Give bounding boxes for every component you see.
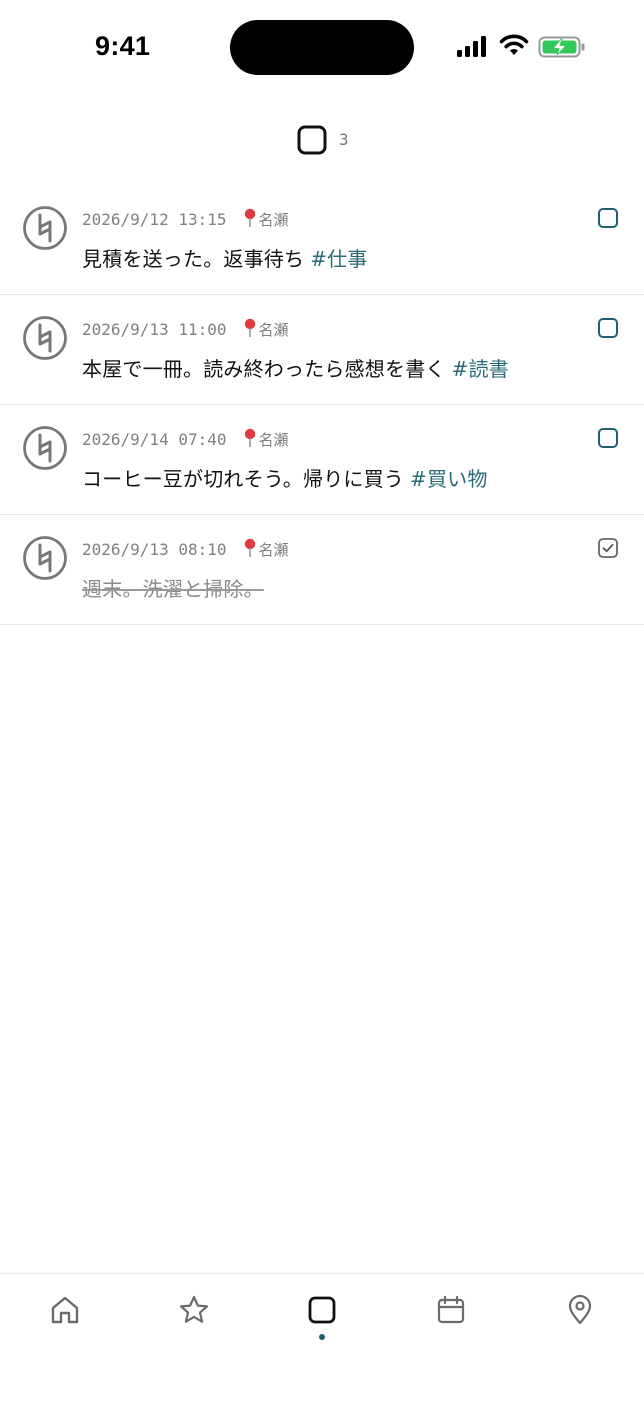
- item-tag[interactable]: #読書: [452, 357, 509, 381]
- item-date: 2026/9/12 13:15: [82, 209, 227, 229]
- item-meta: 2026/9/13 11:00 名瀬: [82, 318, 289, 340]
- calendar-icon: [437, 1295, 465, 1324]
- pin-icon: [243, 208, 257, 228]
- status-bar: 9:41: [0, 0, 644, 96]
- star-icon: [179, 1295, 209, 1323]
- avatar-icon: [22, 315, 68, 365]
- item-meta: 2026/9/12 13:15 名瀬: [82, 208, 289, 230]
- checkbox-square-icon: [296, 124, 328, 160]
- item-text: 見積を送った。返事待ち #仕事: [82, 243, 368, 272]
- item-date: 2026/9/13 08:10: [82, 539, 227, 559]
- item-body: コーヒー豆が切れそう。帰りに買う: [82, 467, 404, 491]
- item-date: 2026/9/14 07:40: [82, 429, 227, 449]
- item-place: 名瀬: [258, 210, 289, 229]
- tab-todo[interactable]: [304, 1292, 340, 1328]
- pin-icon: [243, 318, 257, 338]
- avatar-icon: [22, 425, 68, 475]
- list-item[interactable]: 2026/9/14 07:40 名瀬 コーヒー豆が切れそう。帰りに買う #買い物: [0, 405, 644, 515]
- item-text: 本屋で一冊。読み終わったら感想を書く #読書: [82, 353, 509, 382]
- active-tab-indicator: [319, 1334, 325, 1340]
- wifi-icon: [499, 34, 529, 55]
- list-item-completed[interactable]: 2026/9/13 08:10 名瀬 週末。洗濯と掃除。: [0, 515, 644, 625]
- dynamic-island: [230, 20, 414, 75]
- pin-icon: [243, 538, 257, 558]
- checkbox-checked[interactable]: [597, 537, 619, 563]
- tab-home[interactable]: [47, 1292, 83, 1328]
- item-body: 週末。洗濯と掃除。: [82, 577, 264, 601]
- avatar-icon: [22, 205, 68, 255]
- home-icon: [51, 1296, 79, 1324]
- location-icon: [568, 1294, 592, 1325]
- item-body: 本屋で一冊。読み終わったら感想を書く: [82, 357, 446, 381]
- item-place: 名瀬: [258, 540, 289, 559]
- item-place: 名瀬: [258, 320, 289, 339]
- item-body: 見積を送った。返事待ち: [82, 247, 305, 271]
- item-meta: 2026/9/13 08:10 名瀬: [82, 538, 289, 560]
- cellular-signal-icon: [457, 36, 486, 57]
- tab-calendar[interactable]: [433, 1292, 469, 1328]
- list-item[interactable]: 2026/9/13 11:00 名瀬 本屋で一冊。読み終わったら感想を書く #読書: [0, 295, 644, 405]
- item-place: 名瀬: [258, 430, 289, 449]
- item-date: 2026/9/13 11:00: [82, 319, 227, 339]
- checkbox-unchecked[interactable]: [597, 317, 619, 343]
- item-text: 週末。洗濯と掃除。: [82, 573, 264, 602]
- checkbox-unchecked[interactable]: [597, 427, 619, 453]
- item-text: コーヒー豆が切れそう。帰りに買う #買い物: [82, 463, 488, 492]
- status-time: 9:41: [95, 31, 151, 61]
- tab-favorites[interactable]: [176, 1292, 212, 1328]
- pin-icon: [243, 428, 257, 448]
- todo-icon: [308, 1296, 336, 1324]
- item-tag[interactable]: #買い物: [410, 467, 488, 491]
- todo-header: 3: [0, 118, 644, 162]
- checkbox-unchecked[interactable]: [597, 207, 619, 233]
- tab-bar: [0, 1273, 644, 1401]
- item-tag[interactable]: #仕事: [310, 247, 367, 271]
- list-item[interactable]: 2026/9/12 13:15 名瀬 見積を送った。返事待ち #仕事: [0, 185, 644, 295]
- item-meta: 2026/9/14 07:40 名瀬: [82, 428, 289, 450]
- tab-location[interactable]: [562, 1292, 598, 1328]
- todo-list: 2026/9/12 13:15 名瀬 見積を送った。返事待ち #仕事 2026/9…: [0, 185, 644, 625]
- battery-charging-icon: [538, 36, 585, 58]
- avatar-icon: [22, 535, 68, 585]
- todo-count: 3: [339, 130, 349, 149]
